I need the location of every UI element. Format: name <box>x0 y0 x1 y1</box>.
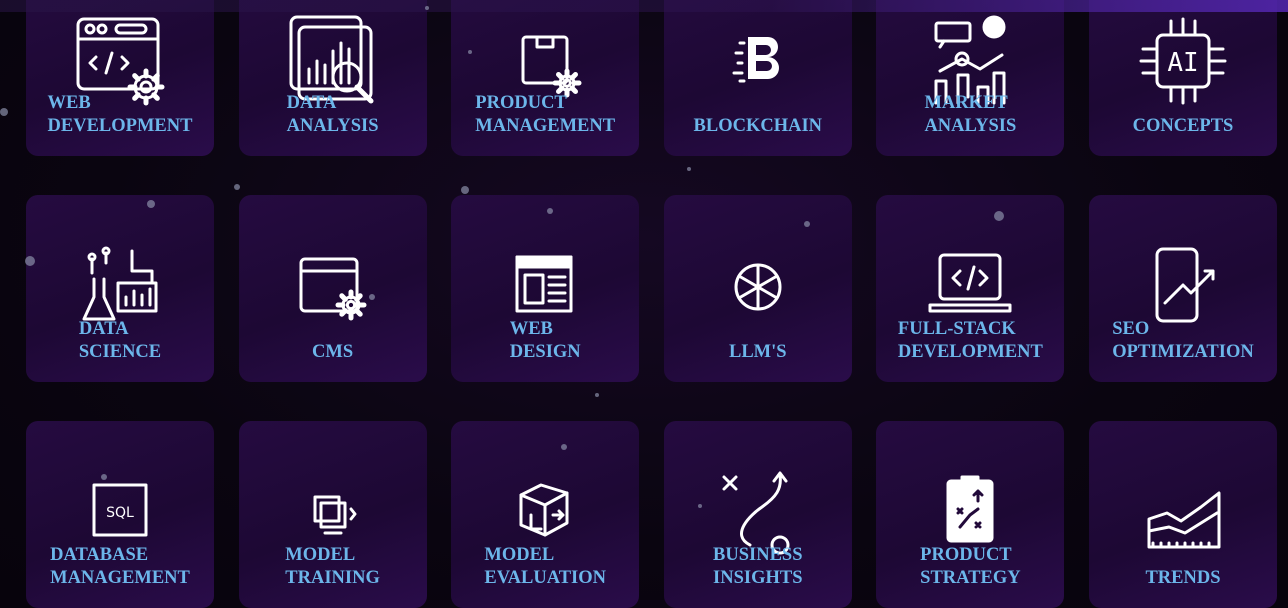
card-label: Blockchain <box>693 116 823 136</box>
particle-dot <box>369 294 375 300</box>
card-label: Model Evaluation <box>484 545 607 588</box>
service-card-llm-s[interactable]: LLM's <box>663 195 852 382</box>
card-label-wrap: Model Training <box>239 544 427 590</box>
card-label: Business Insights <box>713 545 803 588</box>
card-label-wrap: SEO Optimization <box>1089 318 1277 364</box>
trend-chart-icon <box>1135 465 1231 561</box>
particle-dot <box>101 474 107 480</box>
service-card-trends[interactable]: Trends <box>1088 421 1277 608</box>
card-label-wrap: Model Evaluation <box>451 544 639 590</box>
service-card-web-design[interactable]: Web Design <box>451 195 640 382</box>
svg-text:AI: AI <box>1167 48 1198 78</box>
service-card-product-strategy[interactable]: Product Strategy <box>876 421 1065 608</box>
card-label: Market Analysis <box>924 93 1017 136</box>
card-label: Model Training <box>285 545 380 588</box>
service-card-data-science[interactable]: Data Science <box>26 195 214 382</box>
card-label: LLM's <box>728 342 787 362</box>
particle-dot <box>687 167 691 171</box>
ai-chip-icon: AI <box>1135 13 1231 109</box>
service-card-data-analysis[interactable]: Data Analysis <box>238 0 427 156</box>
service-card-web-development[interactable]: Web Development <box>26 0 214 156</box>
service-card-database-management[interactable]: SQL Database Management <box>26 421 214 608</box>
particle-dot <box>547 208 553 214</box>
particle-dot <box>994 211 1004 221</box>
top-header-bar <box>0 0 1288 12</box>
service-card-market-analysis[interactable]: Market Analysis <box>876 0 1065 156</box>
card-label: Full-Stack Development <box>897 319 1043 362</box>
card-label: Concepts <box>1132 116 1234 136</box>
particle-dot <box>804 221 810 227</box>
card-label-wrap: Concepts <box>1089 115 1277 138</box>
services-grid: Web Development Data Analysis Product Ma… <box>26 0 1277 608</box>
card-label-wrap: Business Insights <box>664 544 852 590</box>
particle-dot <box>234 184 240 190</box>
service-card-concepts[interactable]: AI Concepts <box>1088 0 1277 156</box>
particle-dot <box>698 504 702 508</box>
particle-dot <box>147 200 155 208</box>
card-label-wrap: Product Strategy <box>876 544 1064 590</box>
card-label-wrap: Data Analysis <box>239 92 427 138</box>
card-label-wrap: Trends <box>1089 567 1277 590</box>
card-label-wrap: Full-Stack Development <box>876 318 1064 364</box>
service-card-cms[interactable]: CMS <box>238 195 427 382</box>
service-card-full-stack-development[interactable]: Full-Stack Development <box>876 195 1065 382</box>
cms-icon <box>285 239 381 335</box>
card-label: Web Development <box>47 93 193 136</box>
card-label-wrap: Data Science <box>26 318 214 364</box>
card-label-wrap: Web Development <box>26 92 214 138</box>
card-label: Data Analysis <box>286 93 379 136</box>
card-label: Database Management <box>50 545 190 588</box>
card-label: CMS <box>312 342 354 362</box>
service-card-model-evaluation[interactable]: Model Evaluation <box>451 421 640 608</box>
llm-icon <box>710 239 806 335</box>
svg-text:SQL: SQL <box>106 505 134 521</box>
service-card-seo-optimization[interactable]: SEO Optimization <box>1088 195 1277 382</box>
particle-dot <box>595 393 599 397</box>
particle-dot <box>561 444 567 450</box>
card-label: Product Management <box>475 93 616 136</box>
service-card-product-management[interactable]: Product Management <box>451 0 640 156</box>
card-label: Product Strategy <box>920 545 1021 588</box>
particle-dot <box>25 256 35 266</box>
particle-dot <box>461 186 469 194</box>
card-label-wrap: LLM's <box>664 341 852 364</box>
card-label-wrap: Web Design <box>451 318 639 364</box>
service-card-business-insights[interactable]: Business Insights <box>663 421 852 608</box>
service-card-blockchain[interactable]: Blockchain <box>663 0 852 156</box>
service-card-model-training[interactable]: Model Training <box>238 421 427 608</box>
card-label: Web Design <box>509 319 581 362</box>
card-label-wrap: CMS <box>239 341 427 364</box>
card-label: Data Science <box>78 319 162 362</box>
card-label-wrap: Database Management <box>26 544 214 590</box>
card-label-wrap: Product Management <box>451 92 639 138</box>
card-label: SEO Optimization <box>1112 319 1254 362</box>
particle-dot <box>425 6 429 10</box>
particle-dot <box>0 108 8 116</box>
blockchain-icon <box>710 13 806 109</box>
card-label-wrap: Market Analysis <box>876 92 1064 138</box>
card-label: Trends <box>1145 568 1221 588</box>
card-label-wrap: Blockchain <box>664 115 852 138</box>
particle-dot <box>468 50 472 54</box>
